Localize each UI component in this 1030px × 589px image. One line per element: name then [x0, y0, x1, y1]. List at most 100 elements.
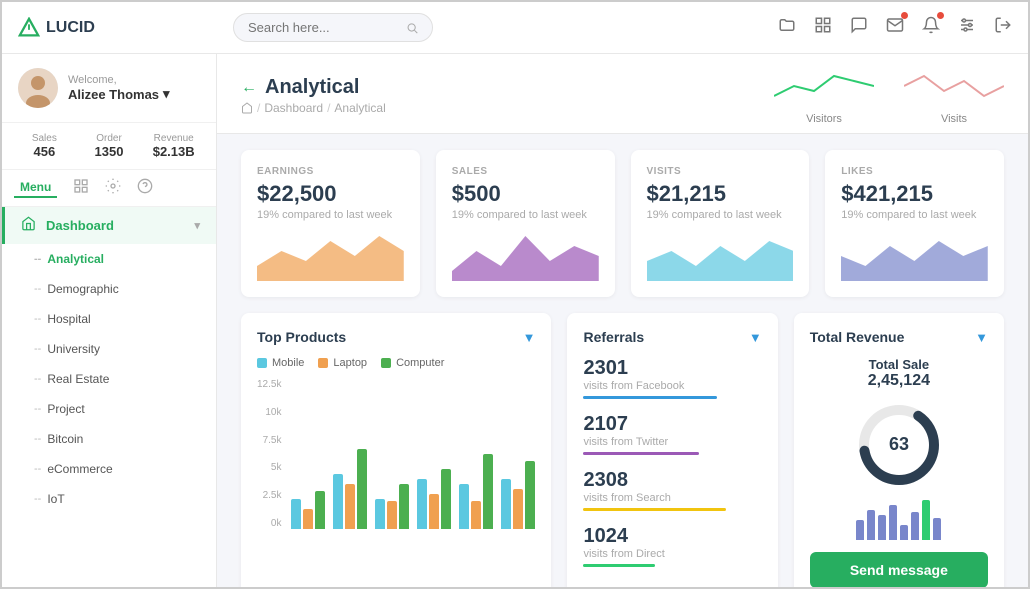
bar-mobile: [333, 474, 343, 529]
legend-computer: Computer: [381, 357, 444, 369]
legend-mobile: Mobile: [257, 357, 304, 369]
bar-chart-area: [291, 379, 535, 529]
mini-bar-7: [922, 500, 930, 540]
bar-laptop: [429, 494, 439, 529]
sidebar-item-iot[interactable]: -- IoT: [2, 484, 216, 514]
user-info: Welcome, Alizee Thomas ▾: [68, 74, 170, 102]
visits-chart: [647, 231, 794, 281]
mini-bar-1: [856, 520, 864, 540]
bar-mobile: [501, 479, 511, 529]
folder-icon[interactable]: [778, 16, 796, 39]
visitors-mini-chart: Visitors: [774, 66, 874, 125]
bar-laptop: [387, 501, 397, 529]
top-products-header: Top Products ▼: [257, 329, 535, 345]
referrals-title: Referrals: [583, 329, 644, 345]
bar-mobile: [375, 499, 385, 529]
total-sale-value: 2,45,124: [810, 372, 988, 390]
bar-chart-legend: Mobile Laptop Computer: [257, 357, 535, 369]
likes-card: LIKES $421,215 19% compared to last week: [825, 150, 1004, 297]
mini-bar-5: [900, 525, 908, 540]
bar-computer: [357, 449, 367, 529]
sales-card: SALES $500 19% compared to last week: [436, 150, 615, 297]
computer-color: [381, 358, 391, 368]
bar-chart-y-labels: 12.5k 10k 7.5k 5k 2.5k 0k: [257, 379, 287, 529]
referral-bar-facebook: [583, 396, 717, 399]
bar-chart: 12.5k 10k 7.5k 5k 2.5k 0k: [257, 379, 535, 529]
page-title: ← Analytical: [241, 76, 386, 99]
total-sale-label: Total Sale: [810, 357, 988, 372]
earnings-card: EARNINGS $22,500 19% compared to last we…: [241, 150, 420, 297]
visits-sparkline: [904, 66, 1004, 106]
sidebar-item-university[interactable]: -- University: [2, 334, 216, 364]
total-revenue-dropdown[interactable]: ▼: [975, 330, 988, 345]
referral-bar-search: [583, 508, 726, 511]
sidebar-item-dashboard[interactable]: Dashboard ▾: [2, 207, 216, 244]
bottom-section: Top Products ▼ Mobile Laptop: [217, 313, 1028, 587]
sidebar-item-project[interactable]: -- Project: [2, 394, 216, 424]
stat-sales: Sales 456: [14, 133, 75, 159]
logout-icon[interactable]: [994, 16, 1012, 39]
main-content: ← Analytical / Dashboard / Analytical: [217, 54, 1028, 587]
sliders-icon[interactable]: [958, 16, 976, 39]
mini-bar-4: [889, 505, 897, 540]
mobile-color: [257, 358, 267, 368]
back-button[interactable]: ←: [241, 79, 257, 97]
earnings-chart: [257, 231, 404, 281]
bar-group-3: [375, 484, 409, 529]
top-products-dropdown[interactable]: ▼: [523, 330, 536, 345]
bar-mobile: [291, 499, 301, 529]
stat-revenue: Revenue $2.13B: [143, 133, 204, 159]
logo-icon: [18, 17, 40, 39]
dashboard-label: Dashboard: [46, 218, 114, 233]
page-title-section: ← Analytical / Dashboard / Analytical: [241, 76, 386, 115]
breadcrumb: / Dashboard / Analytical: [241, 101, 386, 115]
mini-bar-3: [878, 515, 886, 540]
sidebar: Welcome, Alizee Thomas ▾ Sales 456 Order…: [2, 54, 217, 587]
sidebar-item-demographic[interactable]: -- Demographic: [2, 274, 216, 304]
search-bar[interactable]: [233, 13, 433, 42]
mail-icon[interactable]: [886, 16, 904, 39]
list-icon[interactable]: [73, 178, 89, 198]
sidebar-item-bitcoin[interactable]: -- Bitcoin: [2, 424, 216, 454]
home-icon: [21, 216, 36, 235]
stats-cards: EARNINGS $22,500 19% compared to last we…: [217, 134, 1028, 313]
sidebar-item-ecommerce[interactable]: -- eCommerce: [2, 454, 216, 484]
bar-laptop: [471, 501, 481, 529]
dropdown-arrow[interactable]: ▾: [163, 86, 170, 102]
search-input[interactable]: [248, 20, 398, 35]
total-revenue-title: Total Revenue: [810, 329, 905, 345]
referrals-dropdown[interactable]: ▼: [749, 330, 762, 345]
menu-tab[interactable]: Menu: [14, 178, 57, 198]
gear-icon[interactable]: [105, 178, 121, 198]
likes-chart: [841, 231, 988, 281]
referral-search: 2308 visits from Search: [583, 469, 761, 511]
sidebar-tabs: Menu: [2, 170, 216, 207]
top-navbar: LUCID: [2, 2, 1028, 54]
top-products-title: Top Products: [257, 329, 346, 345]
search-icon: [406, 21, 418, 35]
bar-mobile: [417, 479, 427, 529]
visits-mini-chart: Visits: [904, 66, 1004, 125]
grid-icon[interactable]: [814, 16, 832, 39]
bar-computer: [441, 469, 451, 529]
bar-group-5: [459, 454, 493, 529]
visits-card: VISITS $21,215 19% compared to last week: [631, 150, 810, 297]
sidebar-item-realestate[interactable]: -- Real Estate: [2, 364, 216, 394]
referrals-card: Referrals ▼ 2301 visits from Facebook 21…: [567, 313, 777, 587]
bar-laptop: [513, 489, 523, 529]
avatar: [18, 68, 58, 108]
bar-computer: [483, 454, 493, 529]
sidebar-item-analytical[interactable]: -- Analytical: [2, 244, 216, 274]
expand-arrow[interactable]: ▾: [194, 219, 200, 232]
bell-icon[interactable]: [922, 16, 940, 39]
referral-bar-twitter: [583, 452, 699, 455]
help-icon[interactable]: [137, 178, 153, 198]
bar-computer: [399, 484, 409, 529]
app-name: LUCID: [46, 19, 95, 37]
chat-icon[interactable]: [850, 16, 868, 39]
donut-chart: 63: [810, 400, 988, 490]
sidebar-item-hospital[interactable]: -- Hospital: [2, 304, 216, 334]
laptop-color: [318, 358, 328, 368]
send-message-button[interactable]: Send message: [810, 552, 988, 587]
bar-laptop: [345, 484, 355, 529]
